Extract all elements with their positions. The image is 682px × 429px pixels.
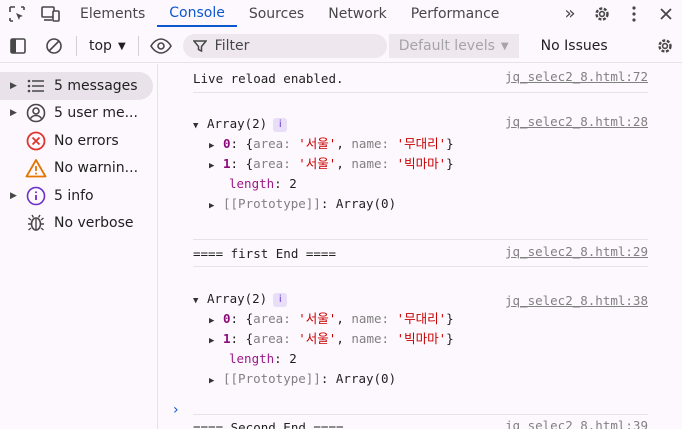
sidebar-item-user-messages[interactable]: ▶ 5 user me...: [0, 100, 153, 128]
list-icon: [24, 74, 48, 98]
kebab-menu-icon[interactable]: [618, 0, 650, 27]
levels-label: Default levels: [398, 38, 495, 54]
sidebar-item-label: 5 info: [54, 187, 94, 204]
sidebar-item-label: 5 messages: [54, 77, 138, 94]
expand-triangle-icon[interactable]: ▶: [209, 331, 223, 351]
expand-triangle-icon[interactable]: ▶: [10, 81, 24, 91]
array-header[interactable]: ▼ Array(2) i: [193, 289, 648, 309]
sidebar-item-errors[interactable]: No errors: [0, 127, 153, 155]
issues-counter[interactable]: No Issues: [519, 38, 618, 54]
show-sidebar-icon[interactable]: [0, 30, 36, 63]
sidebar-item-info[interactable]: ▶ 5 info: [0, 182, 153, 210]
array-item[interactable]: ▶ 0: {area: '서울', name: '무대리'}: [193, 309, 648, 329]
live-expression-eye-icon[interactable]: [143, 30, 179, 63]
array-item[interactable]: ▶ 1: {area: '서울', name: '빅마마'}: [193, 154, 648, 174]
sidebar-item-label: 5 user me...: [54, 105, 138, 122]
info-badge-icon[interactable]: i: [273, 117, 288, 132]
expand-triangle-icon[interactable]: ▶: [10, 191, 24, 201]
array-prototype[interactable]: ▶ [[Prototype]]: Array(0): [193, 369, 648, 389]
array-item[interactable]: ▶ 0: {area: '서울', name: '무대리'}: [193, 134, 648, 154]
tab-performance[interactable]: Performance: [399, 0, 512, 27]
expand-triangle-icon[interactable]: ▶: [209, 196, 223, 216]
user-icon: [24, 101, 48, 125]
array-length: length: 2: [229, 176, 297, 191]
sidebar-item-label: No verbose: [54, 215, 134, 232]
message-text: ==== Second End ====: [193, 420, 344, 429]
sidebar-item-label: No warnin...: [54, 160, 139, 177]
expand-triangle-icon[interactable]: ▶: [209, 136, 223, 156]
sidebar-item-messages[interactable]: ▶ 5 messages: [0, 72, 153, 100]
sidebar-item-verbose[interactable]: No verbose: [0, 210, 153, 238]
console-message-array[interactable]: jq_selec2_8.html:38 ▼ Array(2) i ▶ 0: {area…: [193, 289, 648, 415]
expand-triangle-icon[interactable]: ▶: [209, 371, 223, 391]
bug-icon: [24, 211, 48, 235]
context-selector[interactable]: top ▼: [81, 38, 134, 54]
array-item[interactable]: ▶ 1: {area: '서울', name: '빅마마'}: [193, 329, 648, 349]
toolbar-divider: [137, 36, 139, 56]
info-badge-icon[interactable]: i: [273, 292, 288, 307]
log-levels-dropdown[interactable]: Default levels ▼: [388, 34, 519, 58]
filter-funnel-icon: [192, 40, 207, 53]
console-settings-gear-icon[interactable]: [648, 30, 682, 63]
devtools-tabbar: Elements Console Sources Network Perform…: [0, 0, 682, 27]
console-message-array[interactable]: jq_selec2_8.html:28 ▼ Array(2) i ▶ 0: {area…: [193, 114, 648, 240]
array-header[interactable]: ▼ Array(2) i: [193, 114, 648, 134]
message-text: ==== first End ====: [193, 246, 336, 261]
expand-triangle-icon[interactable]: ▶: [209, 156, 223, 176]
tab-console[interactable]: Console: [157, 0, 237, 27]
device-toolbar-icon[interactable]: [34, 0, 68, 27]
more-tabs-icon[interactable]: »: [554, 0, 586, 27]
array-prototype[interactable]: ▶ [[Prototype]]: Array(0): [193, 194, 648, 214]
settings-gear-icon[interactable]: [586, 0, 618, 27]
console-prompt-chevron-icon[interactable]: ›: [173, 402, 179, 418]
expand-triangle-icon[interactable]: ▶: [10, 108, 24, 118]
close-icon[interactable]: [650, 0, 682, 27]
console-message[interactable]: jq_selec2_8.html:29 ==== first End ====: [193, 240, 648, 267]
toolbar-divider: [76, 36, 77, 56]
filter-input[interactable]: Filter: [182, 34, 387, 58]
console-message[interactable]: jq_selec2_8.html:72 Live reload enabled.: [193, 64, 648, 93]
array-length: length: 2: [229, 351, 297, 366]
caret-down-icon: ▼: [500, 40, 509, 52]
tab-network[interactable]: Network: [316, 0, 398, 27]
tab-sources[interactable]: Sources: [237, 0, 316, 27]
filter-placeholder: Filter: [214, 38, 250, 54]
info-icon: [24, 184, 48, 208]
console-toolbar: top ▼ Filter Default levels ▼ No Issues: [0, 30, 682, 63]
expand-triangle-icon[interactable]: ▶: [209, 311, 223, 331]
console-sidebar: ▶ 5 messages ▶ 5 user me... No errors No…: [0, 64, 158, 429]
console-output: jq_selec2_8.html:72 Live reload enabled.…: [159, 64, 682, 429]
inspect-element-icon[interactable]: [0, 0, 34, 27]
clear-console-icon[interactable]: [36, 30, 72, 63]
sidebar-item-warnings[interactable]: No warnin...: [0, 155, 153, 183]
tab-elements[interactable]: Elements: [68, 0, 157, 27]
context-label: top: [89, 38, 112, 54]
console-message[interactable]: jq_selec2_8.html:39 ==== Second End ====: [193, 415, 648, 429]
sidebar-item-label: No errors: [54, 132, 119, 149]
collapse-triangle-icon[interactable]: ▼: [193, 291, 207, 311]
collapse-triangle-icon[interactable]: ▼: [193, 116, 207, 136]
error-icon: [24, 129, 48, 153]
warning-icon: [24, 156, 48, 180]
caret-down-icon: ▼: [117, 40, 126, 52]
message-text: Live reload enabled.: [193, 71, 344, 86]
